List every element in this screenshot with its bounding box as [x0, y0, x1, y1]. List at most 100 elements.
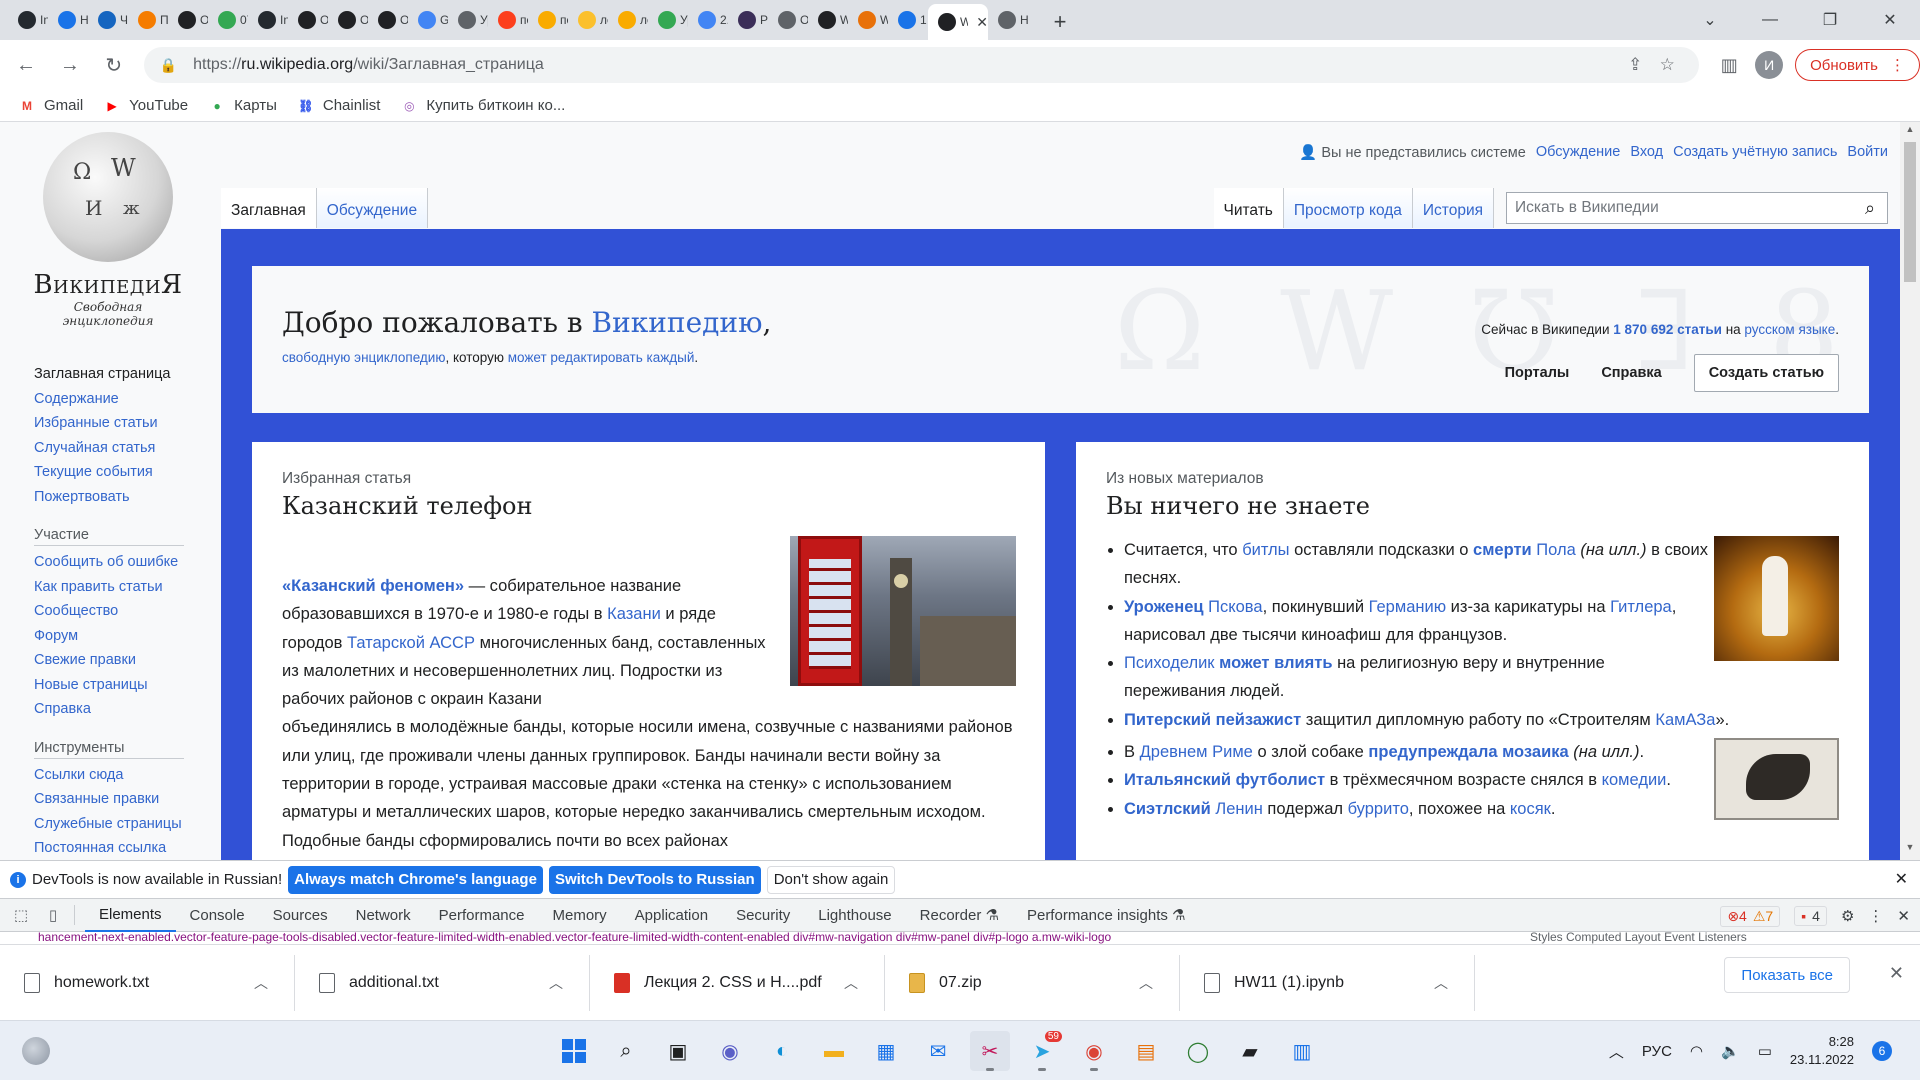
- mail-app-icon[interactable]: ✉: [918, 1031, 958, 1071]
- devtools-tab[interactable]: Elements: [85, 898, 176, 932]
- create-article-button[interactable]: Создать статью: [1693, 354, 1839, 392]
- search-icon[interactable]: ⌕: [1853, 198, 1887, 219]
- edge-icon[interactable]: ◐: [762, 1031, 802, 1071]
- bookmark-item[interactable]: M Gmail: [18, 97, 83, 114]
- lock-icon[interactable]: 🔒: [160, 57, 177, 74]
- sidebar-link[interactable]: Свежие правки: [34, 648, 194, 673]
- tray-chevron-icon[interactable]: ︿: [1609, 1041, 1624, 1062]
- chat-icon[interactable]: ◉: [710, 1031, 750, 1071]
- browser-tab[interactable]: 07: [208, 0, 248, 40]
- sidebar-link[interactable]: Сообщить об ошибке: [34, 550, 194, 575]
- sidebar-link[interactable]: Справка: [34, 697, 194, 722]
- settings-gear-icon[interactable]: ⚙: [1841, 907, 1854, 925]
- tab-search-chevron-icon[interactable]: ⌄: [1680, 0, 1740, 40]
- dyk-link[interactable]: битлы: [1242, 541, 1289, 559]
- breadcrumb-path[interactable]: hancement-next-enabled.vector-feature-pa…: [38, 932, 1111, 944]
- notification-badge[interactable]: 6: [1872, 1041, 1892, 1061]
- styles-pane-tabs[interactable]: Styles Computed Layout Event Listeners: [1530, 932, 1747, 943]
- chevron-up-icon[interactable]: ︿: [1139, 973, 1153, 993]
- file-explorer-icon[interactable]: ▬: [814, 1031, 854, 1071]
- devtools-tab[interactable]: Performance insights ⚗: [1013, 898, 1200, 932]
- share-icon[interactable]: ⇪: [1619, 55, 1651, 75]
- volume-icon[interactable]: 🔈: [1721, 1042, 1740, 1060]
- sidebar-link[interactable]: Случайная статья: [34, 436, 194, 461]
- browser-tab[interactable]: Ур: [648, 0, 688, 40]
- weather-widget-icon[interactable]: [22, 1037, 50, 1065]
- dyk-link[interactable]: комедии: [1602, 771, 1667, 789]
- dyk-link[interactable]: буррито: [1348, 800, 1409, 818]
- scroll-thumb[interactable]: [1904, 142, 1916, 282]
- devtools-tab[interactable]: Console: [176, 898, 259, 932]
- back-button[interactable]: ←: [8, 47, 44, 83]
- ring-app-icon[interactable]: ◯: [1178, 1031, 1218, 1071]
- dyk-link[interactable]: может влиять: [1219, 654, 1332, 672]
- chevron-up-icon[interactable]: ︿: [549, 973, 563, 993]
- talk-link[interactable]: Обсуждение: [1536, 144, 1620, 161]
- new-tab-button[interactable]: +: [1042, 4, 1078, 40]
- browser-tab[interactable]: 2.: [688, 0, 728, 40]
- devtools-tab[interactable]: Performance: [425, 898, 539, 932]
- sidebar-link[interactable]: Сообщество: [34, 599, 194, 624]
- bookmark-item[interactable]: ● Карты: [208, 97, 277, 114]
- tab-talk[interactable]: Обсуждение: [316, 188, 429, 228]
- devtools-tab[interactable]: Memory: [539, 898, 621, 932]
- sidebar-link[interactable]: Как править статьи: [34, 575, 194, 600]
- browser-tab[interactable]: In: [248, 0, 288, 40]
- reload-button[interactable]: ↻: [96, 47, 132, 83]
- browser-tab[interactable]: О: [368, 0, 408, 40]
- free-encyclopedia-link[interactable]: свободную энциклопедию: [282, 350, 445, 365]
- browser-tab[interactable]: W: [808, 0, 848, 40]
- switch-devtools-russian-button[interactable]: Switch DevTools to Russian: [548, 865, 761, 894]
- chrome-icon[interactable]: ◉: [1074, 1031, 1114, 1071]
- browser-tab[interactable]: лс: [568, 0, 608, 40]
- browser-tab[interactable]: О: [288, 0, 328, 40]
- dyk-link[interactable]: Питерский пейзажист: [1124, 711, 1301, 729]
- device-toolbar-icon[interactable]: ▯: [42, 906, 64, 924]
- chevron-up-icon[interactable]: ︿: [844, 973, 858, 993]
- sidebar-link[interactable]: Постоянная ссылка: [34, 836, 194, 860]
- browser-tab[interactable]: Ур: [448, 0, 488, 40]
- browser-tab[interactable]: Н: [988, 0, 1028, 40]
- chevron-up-icon[interactable]: ︿: [254, 973, 268, 993]
- page-scrollbar[interactable]: ▲ ▼: [1900, 122, 1920, 860]
- sidebar-link[interactable]: Форум: [34, 624, 194, 649]
- url-text[interactable]: https://ru.wikipedia.org/wiki/Заглавная_…: [193, 56, 1619, 74]
- dyk-link[interactable]: смерти: [1473, 541, 1532, 559]
- bookmark-item[interactable]: ⛓ Chainlist: [297, 97, 380, 114]
- side-panel-icon[interactable]: ▥: [1711, 47, 1747, 83]
- sidebar-link[interactable]: Служебные страницы: [34, 812, 194, 837]
- dyk-link[interactable]: Итальянский футболист: [1124, 771, 1325, 789]
- bookmark-star-icon[interactable]: ☆: [1651, 55, 1683, 75]
- dyk-link[interactable]: Германию: [1369, 598, 1446, 616]
- issues-count[interactable]: ▪ 4: [1794, 906, 1827, 926]
- download-item[interactable]: HW11 (1).ipynb ︿: [1180, 954, 1475, 1011]
- devtools-menu-icon[interactable]: ⋮: [1868, 907, 1883, 925]
- tab-close-icon[interactable]: ✕: [976, 14, 988, 31]
- browser-tab[interactable]: W ✕: [928, 4, 988, 40]
- devtools-tab[interactable]: Application: [621, 898, 722, 932]
- wiki-search-input[interactable]: Искать в Википедии ⌕: [1506, 192, 1888, 224]
- dyk-link[interactable]: Уроженец: [1124, 598, 1204, 616]
- welcome-title-link[interactable]: Википедию: [592, 306, 763, 339]
- tab-history[interactable]: История: [1412, 188, 1494, 228]
- bookmark-item[interactable]: ▶ YouTube: [103, 97, 189, 114]
- create-account-link[interactable]: Создать учётную запись: [1673, 144, 1837, 161]
- download-item[interactable]: 07.zip ︿: [885, 954, 1180, 1011]
- dyk-link[interactable]: Древнем Риме: [1140, 743, 1253, 761]
- devtools-tab[interactable]: Lighthouse: [804, 898, 905, 932]
- devtools-tab[interactable]: Recorder ⚗: [906, 898, 1013, 932]
- tab-main-page[interactable]: Заглавная: [221, 188, 317, 228]
- inspect-element-icon[interactable]: ⬚: [10, 906, 32, 924]
- browser-tab[interactable]: Gi: [408, 0, 448, 40]
- scroll-down-arrow-icon[interactable]: ▼: [1900, 842, 1920, 858]
- download-item[interactable]: homework.txt ︿: [0, 954, 295, 1011]
- language-indicator[interactable]: РУС: [1642, 1043, 1672, 1060]
- tatar-assr-link[interactable]: Татарской АССР: [347, 634, 475, 652]
- dyk-link[interactable]: Пола: [1532, 541, 1575, 559]
- dyk-link[interactable]: Психоделик: [1124, 654, 1215, 672]
- task-view-icon[interactable]: ▣: [658, 1031, 698, 1071]
- dyk-link[interactable]: предупреждала мозаика: [1368, 743, 1568, 761]
- browser-tab[interactable]: 1: [888, 0, 928, 40]
- sidebar-link[interactable]: Ссылки сюда: [34, 763, 194, 788]
- sidebar-link[interactable]: Текущие события: [34, 460, 194, 485]
